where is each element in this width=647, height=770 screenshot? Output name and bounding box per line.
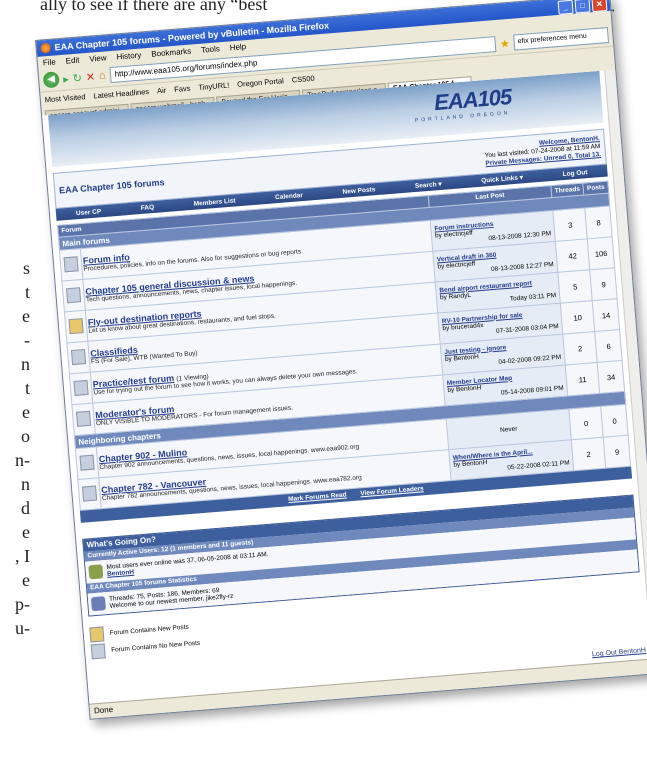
forum-status-icon — [63, 255, 79, 272]
minimize-button[interactable]: _ — [557, 0, 574, 15]
bg-left-line: o — [21, 426, 30, 446]
stats-icon — [90, 596, 106, 612]
back-button[interactable]: ◀ — [42, 71, 60, 89]
background-text-left: s t e - n t e o n- n d e , I e p- u- — [0, 256, 30, 640]
post-count: 6 — [594, 329, 623, 363]
browser-window: EAA Chapter 105 forums - Powered by vBul… — [35, 0, 647, 720]
thread-count: 2 — [571, 437, 606, 471]
post-count: 34 — [597, 360, 625, 394]
nav-search[interactable]: Search ▾ — [415, 180, 442, 190]
bg-left-line: u- — [15, 618, 30, 638]
bg-left-line: e — [22, 402, 30, 422]
bg-left-line: t — [24, 378, 30, 398]
bookmark-item[interactable]: TinyURL! — [198, 80, 230, 91]
bookmark-item[interactable]: Favs — [174, 83, 191, 93]
legend-new-posts: Forum Contains New Posts — [109, 623, 189, 637]
nav-user-cp[interactable]: User CP — [76, 208, 102, 217]
mark-forums-read-link[interactable]: Mark Forums Read — [288, 491, 347, 503]
forum-status-icon — [68, 317, 84, 334]
forum-status-icon — [75, 410, 92, 427]
bg-left-line: e — [22, 570, 30, 590]
post-count: 9 — [603, 435, 631, 469]
forum-status-icon — [65, 286, 82, 303]
nav-log-out[interactable]: Log Out — [562, 169, 587, 178]
forum-status-icon — [70, 348, 87, 365]
menu-bookmarks[interactable]: Bookmarks — [151, 47, 192, 59]
bookmark-star-icon[interactable]: ★ — [499, 36, 510, 50]
forum-status-icon — [73, 379, 89, 396]
forum-table: Forum Last Post Threads Posts Main forum… — [56, 180, 632, 511]
post-count: 14 — [592, 298, 620, 332]
forum-title[interactable]: EAA Chapter 105 forums — [59, 177, 165, 195]
nav-members-list[interactable]: Members List — [193, 197, 235, 207]
stop-icon[interactable]: ✕ — [85, 70, 95, 84]
forward-button[interactable]: ▸ — [63, 72, 69, 85]
thread-count: 3 — [552, 207, 588, 242]
thread-count: 42 — [555, 238, 591, 273]
bg-left-line: - — [24, 330, 30, 350]
bg-left-line: d — [21, 498, 30, 518]
bg-left-line: t — [24, 282, 30, 302]
reload-icon[interactable]: ↻ — [72, 71, 82, 85]
close-button[interactable]: ✕ — [591, 0, 608, 13]
bookmark-item[interactable]: Air — [157, 85, 167, 95]
menu-history[interactable]: History — [116, 51, 142, 62]
bg-left-line: , I — [15, 546, 30, 566]
forum-status-icon — [81, 485, 98, 502]
firefox-icon — [40, 42, 52, 54]
post-count: 8 — [585, 205, 613, 239]
menu-help[interactable]: Help — [229, 42, 246, 52]
post-count: 106 — [587, 236, 615, 270]
logout-link[interactable]: Log Out BentonH — [592, 647, 646, 658]
bookmark-item[interactable]: CS500 — [291, 73, 315, 84]
welcome-box: Welcome, BentonH. You last visited: 07-2… — [484, 135, 602, 168]
menu-file[interactable]: File — [43, 57, 57, 67]
post-count: 9 — [590, 267, 618, 301]
maximize-button[interactable]: □ — [574, 0, 591, 14]
bg-left-line: n — [21, 354, 30, 374]
nav-quick-links[interactable]: Quick Links ▾ — [481, 173, 523, 184]
thread-count: 5 — [557, 269, 593, 304]
thread-count: 2 — [562, 331, 598, 366]
bookmark-item[interactable]: Oregon Portal — [237, 76, 284, 89]
menu-edit[interactable]: Edit — [65, 56, 79, 66]
bg-left-line: n- — [15, 450, 30, 470]
nav-new-posts[interactable]: New Posts — [342, 186, 375, 196]
page-content: EAA105 PORTLAND OREGON EAA Chapter 105 f… — [42, 70, 647, 705]
legend-no-new-posts: Forum Contains No New Posts — [110, 639, 201, 654]
thread-count: 11 — [565, 362, 600, 396]
nav-faq[interactable]: FAQ — [140, 203, 154, 211]
bg-left-line: n — [21, 474, 30, 494]
nav-calendar[interactable]: Calendar — [275, 192, 303, 201]
bookmark-item[interactable]: Most Visited — [44, 92, 85, 104]
home-icon[interactable]: ⌂ — [99, 69, 107, 81]
post-count: 0 — [600, 404, 629, 438]
menu-view[interactable]: View — [89, 53, 107, 63]
bg-left-line: p- — [15, 594, 30, 614]
view-forum-leaders-link[interactable]: View Forum Leaders — [360, 485, 424, 497]
bg-left-line: e — [22, 306, 30, 326]
forum-status-icon — [79, 454, 95, 471]
thread-count: 10 — [560, 300, 595, 335]
no-new-posts-icon — [90, 643, 106, 660]
bg-left-line: e — [22, 522, 30, 542]
new-posts-icon — [89, 626, 105, 643]
bg-left-line: s — [22, 258, 30, 278]
thread-count: 0 — [568, 406, 604, 440]
users-online-icon — [88, 564, 104, 580]
background-text-top: ally to see if there are any “best — [40, 0, 268, 14]
menu-tools[interactable]: Tools — [201, 44, 220, 54]
